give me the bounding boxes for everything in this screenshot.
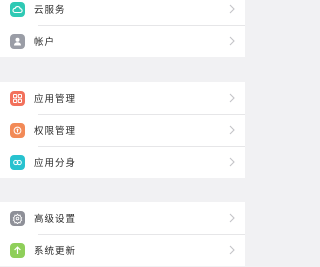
chevron-right-icon xyxy=(229,93,235,103)
settings-item-app-clone[interactable]: 应用分身 xyxy=(0,146,245,178)
chevron-right-icon xyxy=(229,213,235,223)
settings-item-permission-management[interactable]: 权限管理 xyxy=(0,114,245,146)
settings-group-account: 云服务 帐户 xyxy=(0,0,245,57)
settings-group-system: 高级设置 系统更新 xyxy=(0,202,245,266)
chevron-right-icon xyxy=(229,157,235,167)
clone-icon xyxy=(10,154,25,170)
settings-item-label: 系统更新 xyxy=(34,246,77,257)
chevron-right-icon xyxy=(229,245,235,255)
settings-item-advanced-settings[interactable]: 高级设置 xyxy=(0,202,245,234)
chevron-right-icon xyxy=(229,125,235,135)
chevron-right-icon xyxy=(229,4,235,14)
settings-item-label: 权限管理 xyxy=(34,126,77,137)
settings-item-account[interactable]: 帐户 xyxy=(0,25,245,57)
settings-item-label: 高级设置 xyxy=(34,214,77,225)
settings-item-cloud-service[interactable]: 云服务 xyxy=(0,0,245,25)
settings-item-label: 应用管理 xyxy=(34,94,77,105)
settings-item-label: 帐户 xyxy=(34,37,56,48)
arrow-up-icon xyxy=(10,242,25,258)
grid-icon xyxy=(10,90,25,106)
settings-item-system-update[interactable]: 系统更新 xyxy=(0,234,245,266)
settings-item-app-management[interactable]: 应用管理 xyxy=(0,82,245,114)
settings-group-apps: 应用管理 权限管理 应用分身 xyxy=(0,82,245,178)
key-icon xyxy=(10,122,25,138)
settings-item-label: 应用分身 xyxy=(34,158,77,169)
chevron-right-icon xyxy=(229,36,235,46)
gear-icon xyxy=(10,210,25,226)
cloud-icon xyxy=(10,1,25,17)
settings-list: 云服务 帐户 应用管理 权限管理 应用分身 高级设置 系统更新 xyxy=(0,0,245,267)
settings-item-label: 云服务 xyxy=(34,5,66,16)
person-icon xyxy=(10,33,25,49)
